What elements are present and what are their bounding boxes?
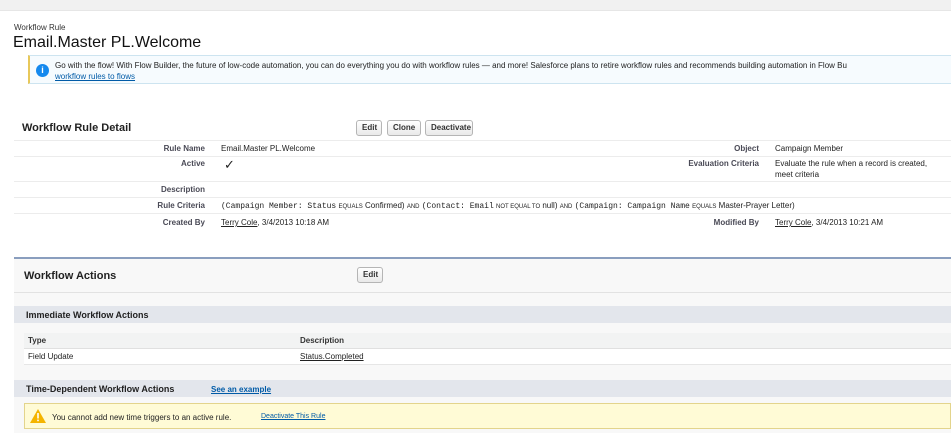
- created-by-date: , 3/4/2013 10:18 AM: [257, 218, 330, 227]
- value-rule-name: Email.Master PL.Welcome: [221, 144, 316, 153]
- time-dependent-title: Time-Dependent Workflow Actions: [26, 384, 175, 394]
- actions-edit-button[interactable]: Edit: [357, 267, 383, 283]
- actions-section-title: Workflow Actions: [24, 270, 117, 282]
- criteria-value-1: Confirmed): [365, 201, 405, 210]
- label-rule-name: Rule Name: [163, 144, 205, 153]
- immediate-actions-header: Immediate Workflow Actions: [14, 306, 951, 323]
- deactivate-rule-link[interactable]: Deactivate This Rule: [261, 413, 325, 420]
- criteria-value-3: Master-Prayer Letter): [718, 201, 795, 210]
- page-title: Email.Master PL.Welcome: [13, 34, 202, 51]
- modified-by-date: , 3/4/2013 10:21 AM: [811, 218, 884, 227]
- label-modified-by: Modified By: [713, 218, 759, 227]
- table-row: Field Update Status.Completed: [24, 349, 951, 365]
- label-created-by: Created By: [162, 218, 205, 227]
- warning-icon: [30, 409, 46, 423]
- value-evaluation-line1: Evaluate the rule when a record is creat…: [775, 159, 928, 168]
- info-icon: i: [36, 64, 49, 77]
- criteria-field-3: (Campaign: Campaign Name: [574, 202, 690, 211]
- value-modified-by: Terry Cole, 3/4/2013 10:21 AM: [775, 218, 883, 227]
- column-description: Description: [300, 336, 345, 345]
- criteria-field-1: (Campaign Member: Status: [221, 202, 337, 211]
- row-description-link[interactable]: Status.Completed: [300, 352, 364, 361]
- banner-link[interactable]: workflow rules to flows: [55, 72, 135, 81]
- criteria-field-2: (Contact: Email: [421, 202, 494, 211]
- label-description: Description: [160, 185, 205, 194]
- label-active: Active: [180, 159, 205, 168]
- detail-divider: [14, 140, 951, 141]
- retirement-banner: i Go with the flow! With Flow Builder, t…: [28, 55, 951, 84]
- detail-divider: [14, 156, 951, 157]
- criteria-operator-1: EQUALS: [338, 204, 363, 210]
- criteria-operator-2: NOT EQUAL TO: [496, 204, 541, 210]
- deactivate-button[interactable]: Deactivate: [425, 120, 473, 136]
- value-rule-criteria: (Campaign Member: Status EQUALS Confirme…: [221, 201, 795, 211]
- row-type: Field Update: [28, 352, 74, 361]
- warning-message: You cannot add new time triggers to an a…: [52, 413, 232, 422]
- criteria-and-1: AND: [406, 204, 420, 210]
- detail-section-title: Workflow Rule Detail: [22, 122, 132, 134]
- active-check-icon: ✓: [224, 157, 235, 172]
- banner-message: Go with the flow! With Flow Builder, the…: [55, 61, 847, 70]
- created-by-user-link[interactable]: Terry Cole: [221, 218, 257, 227]
- column-type: Type: [28, 336, 47, 345]
- detail-divider: [14, 213, 951, 214]
- detail-divider: [14, 181, 951, 182]
- value-evaluation-line2: meet criteria: [775, 170, 820, 179]
- criteria-operator-3: EQUALS: [692, 204, 717, 210]
- label-rule-criteria: Rule Criteria: [157, 201, 205, 210]
- time-trigger-warning: You cannot add new time triggers to an a…: [24, 403, 951, 429]
- see-example-link[interactable]: See an example: [211, 385, 271, 394]
- top-bar: [0, 0, 951, 11]
- value-created-by: Terry Cole, 3/4/2013 10:18 AM: [221, 218, 329, 227]
- criteria-and-2: AND: [559, 204, 573, 210]
- detail-divider: [14, 197, 951, 198]
- clone-button[interactable]: Clone: [387, 120, 421, 136]
- label-evaluation-criteria: Evaluation Criteria: [688, 159, 759, 168]
- modified-by-user-link[interactable]: Terry Cole: [775, 218, 811, 227]
- value-object: Campaign Member: [775, 144, 844, 153]
- edit-button[interactable]: Edit: [356, 120, 382, 136]
- label-object: Object: [734, 144, 759, 153]
- actions-divider: [14, 292, 951, 293]
- actions-table-header: Type Description: [24, 333, 951, 349]
- time-dependent-header: Time-Dependent Workflow Actions: [14, 380, 951, 397]
- criteria-value-2: null): [542, 201, 558, 210]
- immediate-actions-title: Immediate Workflow Actions: [26, 310, 149, 320]
- page-object-type: Workflow Rule: [14, 23, 66, 32]
